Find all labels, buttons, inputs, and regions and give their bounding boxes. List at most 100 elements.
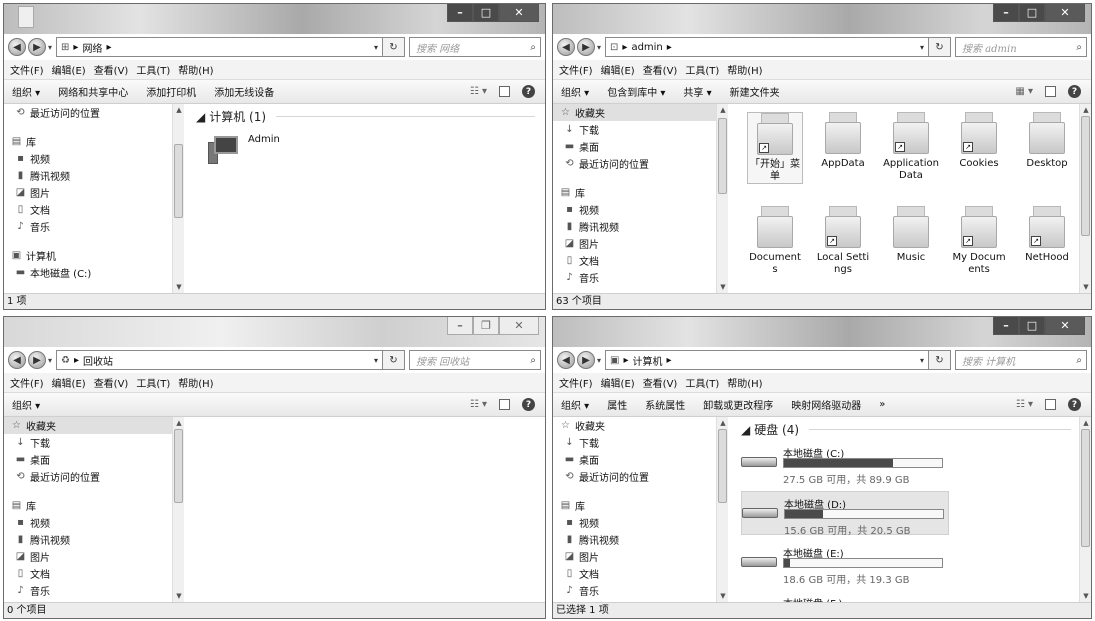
group-header-hard-disks[interactable]: ◢ 硬盘 (4) xyxy=(741,421,1077,438)
preview-pane-icon[interactable] xyxy=(1045,86,1056,97)
menu-view[interactable]: 查看(V) xyxy=(94,375,129,390)
nav-item[interactable]: ↓ 下载 xyxy=(553,434,720,451)
nav-item[interactable]: ♪ 音乐 xyxy=(553,582,720,599)
nav-item[interactable]: ▣ 计算机 xyxy=(4,247,183,264)
view-options-icon[interactable]: ☷ ▾ xyxy=(1016,399,1033,410)
help-icon[interactable]: ? xyxy=(1068,85,1081,98)
forward-button[interactable]: ▶ xyxy=(28,351,46,369)
scroll-down-icon[interactable]: ▼ xyxy=(717,590,729,602)
nav-item[interactable]: ⟲ 最近访问的位置 xyxy=(553,155,720,172)
add-printer-button[interactable]: 添加打印机 xyxy=(146,84,196,99)
forward-button[interactable]: ▶ xyxy=(577,38,595,56)
content-scrollbar[interactable]: ▲ ▼ xyxy=(1079,104,1091,293)
nav-item[interactable]: ⟲ 最近访问的位置 xyxy=(553,468,720,485)
title-bar[interactable]: – □ ✕ xyxy=(553,317,1091,347)
recent-pages-dropdown[interactable]: ▾ xyxy=(597,43,601,52)
drive-item[interactable]: 本地磁盘 (E:) 18.6 GB 可用，共 19.3 GB xyxy=(741,541,949,586)
search-icon[interactable]: ⌕ xyxy=(530,355,540,366)
forward-button[interactable]: ▶ xyxy=(577,351,595,369)
folder-item[interactable]: ↗ 「开始」菜单 xyxy=(747,112,803,184)
address-dropdown-icon[interactable]: ▾ xyxy=(374,43,382,52)
drive-item[interactable]: 本地磁盘 (F:) xyxy=(741,591,949,602)
help-icon[interactable]: ? xyxy=(522,398,535,411)
menu-help[interactable]: 帮助(H) xyxy=(178,375,213,390)
nav-item[interactable]: ▬ 桌面 xyxy=(553,138,720,155)
view-options-icon[interactable]: ▦ ▾ xyxy=(1015,86,1033,97)
nav-item[interactable]: ☆ 收藏夹 xyxy=(4,417,183,434)
search-input[interactable]: 搜索 计算机 ⌕ xyxy=(955,350,1087,370)
menu-view[interactable]: 查看(V) xyxy=(643,375,678,390)
refresh-button[interactable]: ↻ xyxy=(929,37,951,57)
menu-edit[interactable]: 编辑(E) xyxy=(52,62,86,77)
folder-item[interactable]: ↗ NetHood xyxy=(1019,206,1075,264)
add-wireless-device-button[interactable]: 添加无线设备 xyxy=(214,84,274,99)
search-icon[interactable]: ⌕ xyxy=(1076,355,1086,366)
nav-item[interactable]: ▮ 腾讯视频 xyxy=(4,531,183,548)
preview-pane-icon[interactable] xyxy=(1045,399,1056,410)
folder-item[interactable]: ↗ My Documents xyxy=(951,206,1007,276)
nav-item[interactable]: ▪ 视频 xyxy=(4,514,183,531)
nav-item[interactable]: ☆ 收藏夹 xyxy=(553,104,720,121)
nav-item[interactable]: ▪ 视频 xyxy=(553,514,720,531)
folder-item[interactable]: Documents xyxy=(747,206,803,276)
scroll-up-icon[interactable]: ▲ xyxy=(1080,104,1091,116)
organize-button[interactable]: 组织 ▾ xyxy=(561,397,589,412)
scroll-up-icon[interactable]: ▲ xyxy=(717,104,729,116)
folder-item[interactable]: Music xyxy=(883,206,939,264)
scroll-thumb[interactable] xyxy=(174,429,183,503)
recent-pages-dropdown[interactable]: ▾ xyxy=(597,356,601,365)
scroll-thumb[interactable] xyxy=(174,144,183,218)
refresh-button[interactable]: ↻ xyxy=(383,37,405,57)
menu-view[interactable]: 查看(V) xyxy=(643,62,678,77)
organize-button[interactable]: 组织 ▾ xyxy=(12,84,40,99)
search-icon[interactable]: ⌕ xyxy=(1076,42,1086,53)
back-button[interactable]: ◀ xyxy=(8,351,26,369)
network-sharing-center-button[interactable]: 网络和共享中心 xyxy=(58,84,128,99)
scroll-up-icon[interactable]: ▲ xyxy=(173,104,185,116)
scroll-down-icon[interactable]: ▼ xyxy=(173,281,185,293)
menu-help[interactable]: 帮助(H) xyxy=(178,62,213,77)
scroll-up-icon[interactable]: ▲ xyxy=(173,417,185,429)
nav-item[interactable]: ▬ 桌面 xyxy=(4,451,183,468)
recent-pages-dropdown[interactable]: ▾ xyxy=(48,43,52,52)
close-button[interactable]: ✕ xyxy=(1045,4,1085,22)
computer-item-admin[interactable]: Admin xyxy=(208,134,280,164)
menu-edit[interactable]: 编辑(E) xyxy=(601,375,635,390)
back-button[interactable]: ◀ xyxy=(557,38,575,56)
nav-item[interactable]: ↓ 下载 xyxy=(4,434,183,451)
scroll-down-icon[interactable]: ▼ xyxy=(1080,281,1091,293)
menu-file[interactable]: 文件(F) xyxy=(10,62,44,77)
scroll-down-icon[interactable]: ▼ xyxy=(1080,590,1091,602)
search-icon[interactable]: ⌕ xyxy=(530,42,540,53)
nav-item[interactable]: ⟲ 最近访问的位置 xyxy=(4,104,183,121)
scroll-down-icon[interactable]: ▼ xyxy=(173,590,185,602)
include-in-library-button[interactable]: 包含到库中 ▾ xyxy=(607,84,665,99)
menu-tools[interactable]: 工具(T) xyxy=(136,375,170,390)
nav-item[interactable]: ◪ 图片 xyxy=(553,548,720,565)
nav-item[interactable]: ▤ 库 xyxy=(553,497,720,514)
view-options-icon[interactable]: ☷ ▾ xyxy=(470,86,487,97)
search-input[interactable]: 搜索 admin ⌕ xyxy=(955,37,1087,57)
system-properties-button[interactable]: 系统属性 xyxy=(645,397,685,412)
folder-item[interactable]: AppData xyxy=(815,112,871,170)
address-bar[interactable]: ⊞ ▸ 网络 ▸ ▾ xyxy=(56,37,383,57)
collapse-icon[interactable]: ◢ xyxy=(741,423,750,437)
restore-button[interactable]: ❐ xyxy=(473,317,499,335)
close-button[interactable]: ✕ xyxy=(499,317,539,335)
help-icon[interactable]: ? xyxy=(522,85,535,98)
drive-item[interactable]: 本地磁盘 (C:) 27.5 GB 可用，共 89.9 GB xyxy=(741,441,949,486)
forward-button[interactable]: ▶ xyxy=(28,38,46,56)
map-network-drive-button[interactable]: 映射网络驱动器 xyxy=(791,397,861,412)
menu-help[interactable]: 帮助(H) xyxy=(727,62,762,77)
menu-view[interactable]: 查看(V) xyxy=(94,62,129,77)
nav-item[interactable]: ▯ 文档 xyxy=(4,565,183,582)
menu-tools[interactable]: 工具(T) xyxy=(685,62,719,77)
nav-item[interactable]: ▪ 视频 xyxy=(553,201,720,218)
address-bar[interactable]: ♻ ▸ 回收站 ▾ xyxy=(56,350,383,370)
maximize-button[interactable]: □ xyxy=(1019,317,1045,335)
scroll-up-icon[interactable]: ▲ xyxy=(1080,417,1091,429)
nav-item[interactable]: ♪ 音乐 xyxy=(4,218,183,235)
refresh-button[interactable]: ↻ xyxy=(929,350,951,370)
menu-tools[interactable]: 工具(T) xyxy=(136,62,170,77)
breadcrumb-recycle-bin[interactable]: 回收站 xyxy=(83,353,113,368)
